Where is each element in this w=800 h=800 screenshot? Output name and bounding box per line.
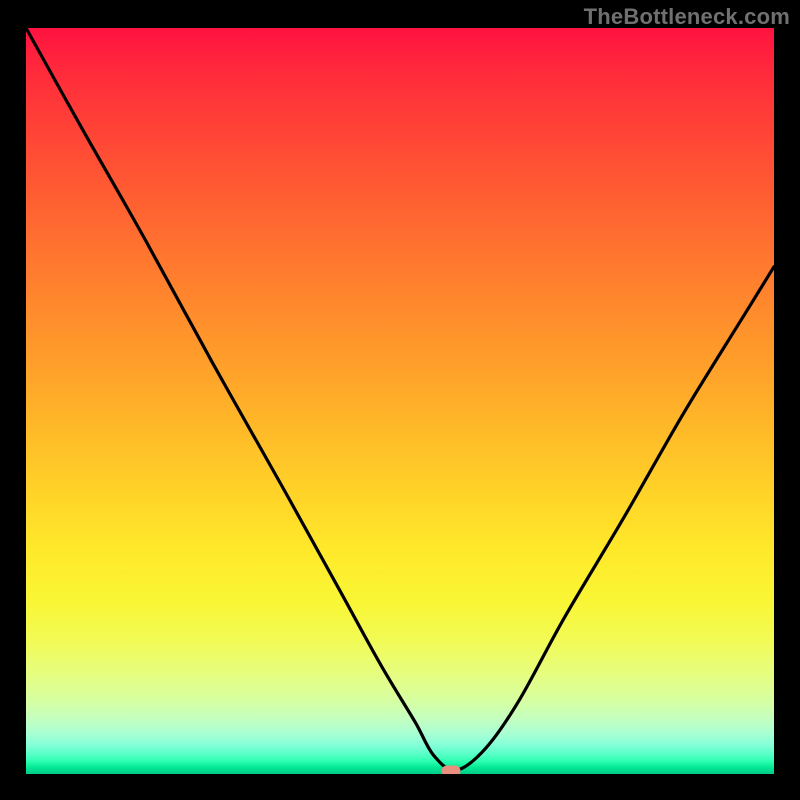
bottleneck-curve	[26, 28, 774, 774]
optimum-marker	[441, 766, 460, 774]
plot-area	[26, 28, 774, 774]
watermark-text: TheBottleneck.com	[584, 4, 790, 30]
chart-frame: TheBottleneck.com	[0, 0, 800, 800]
